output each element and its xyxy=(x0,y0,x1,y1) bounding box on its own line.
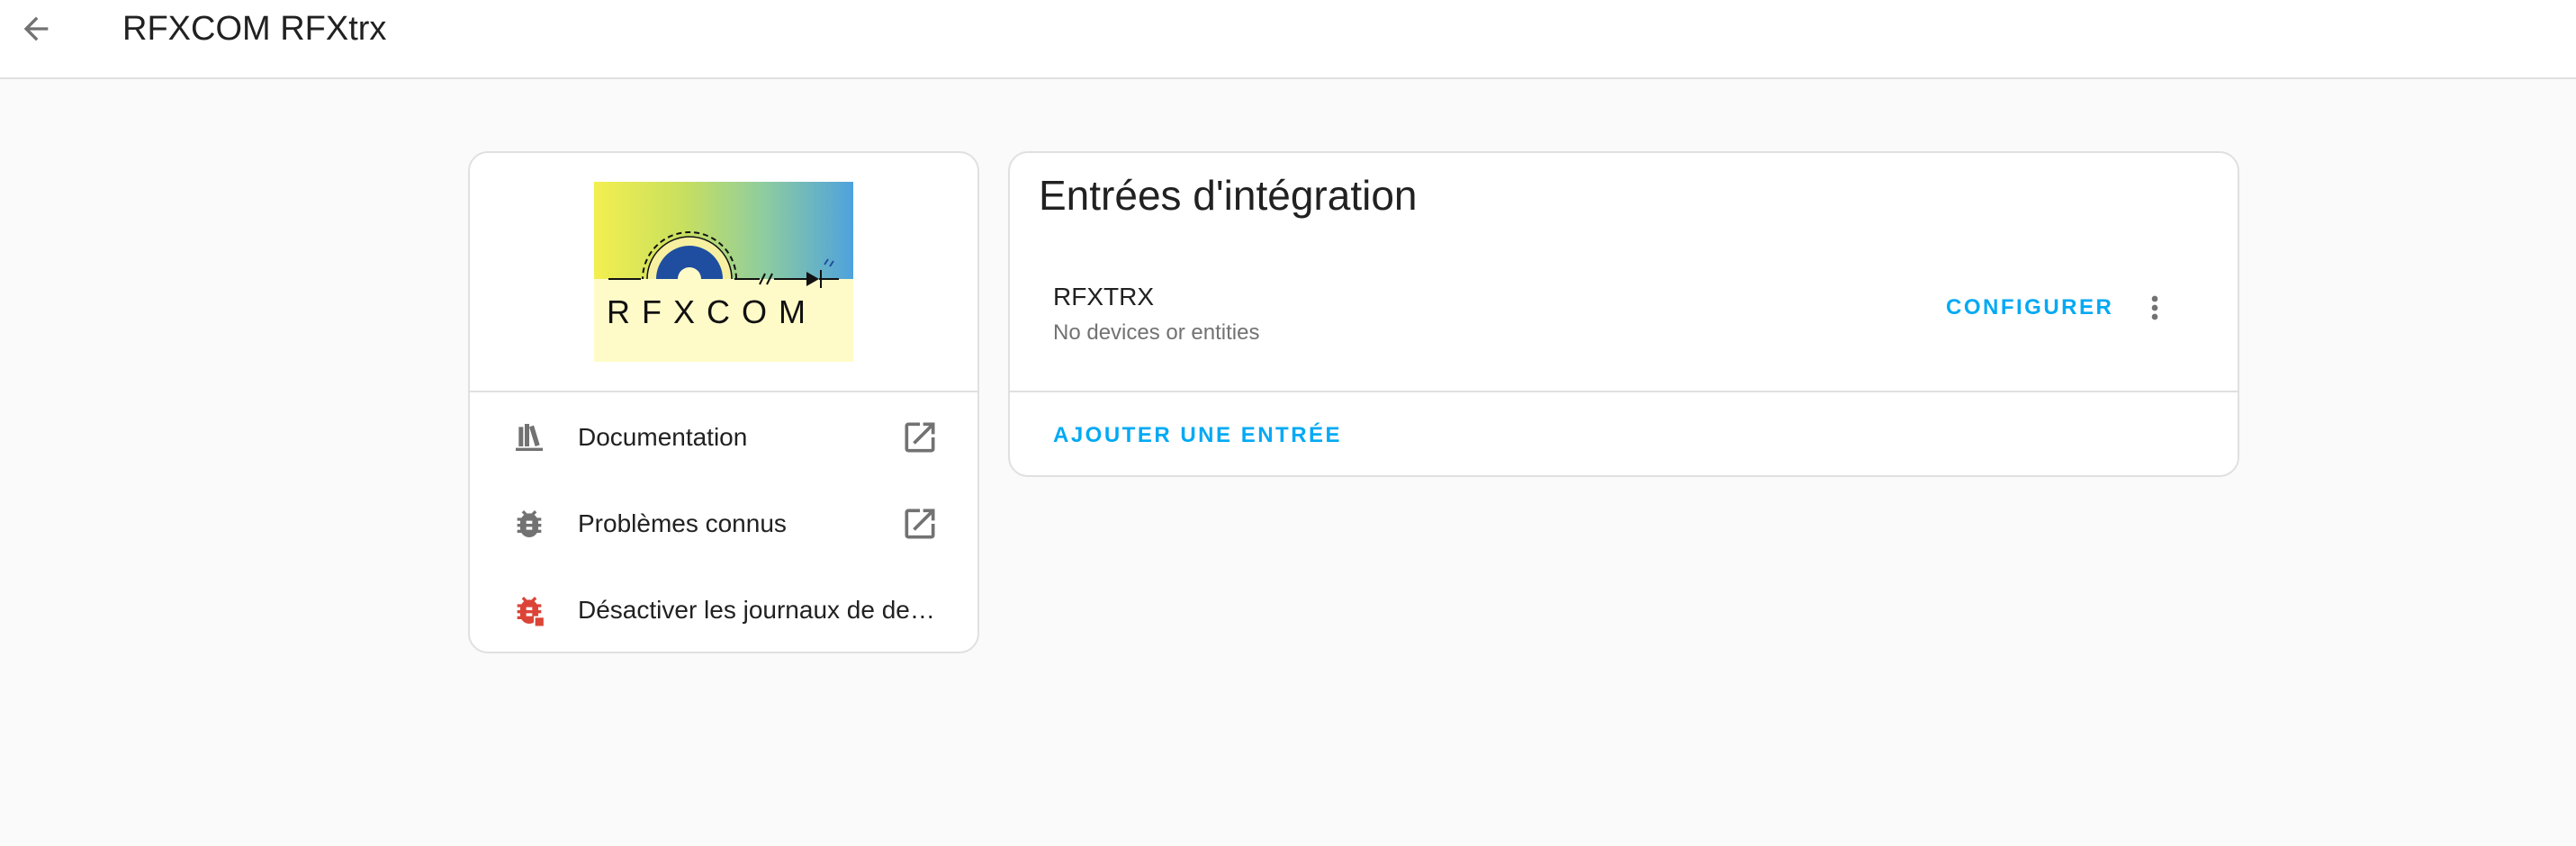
integration-entries-card: Entrées d'intégration RFXTRX No devices … xyxy=(1008,151,2239,477)
entry-subtitle: No devices or entities xyxy=(1053,320,1260,345)
dots-vertical-icon xyxy=(2151,295,2158,320)
bug-icon xyxy=(508,502,551,545)
back-button[interactable] xyxy=(11,4,61,54)
entry-name: RFXTRX xyxy=(1053,283,1154,310)
logo-text: RFXCOM xyxy=(607,293,817,330)
card-divider xyxy=(1010,391,2238,392)
integration-info-card: RFXCOM Documentation Problèmes connus Dé… xyxy=(468,151,979,653)
logo-area: RFXCOM xyxy=(470,153,977,392)
known-issues-label: Problèmes connus xyxy=(578,509,787,537)
open-in-new-icon xyxy=(898,502,941,545)
add-entry-button[interactable]: AJOUTER UNE ENTRÉE xyxy=(1053,416,1342,455)
open-in-new-icon xyxy=(898,416,941,459)
documentation-link[interactable]: Documentation xyxy=(470,394,977,481)
arrow-left-icon xyxy=(23,16,49,41)
rfxcom-logo: RFXCOM xyxy=(594,182,853,362)
entry-menu-button[interactable] xyxy=(2133,286,2176,329)
documentation-label: Documentation xyxy=(578,423,748,451)
bug-stop-icon xyxy=(508,589,551,632)
disable-debug-logging-link[interactable]: Désactiver les journaux de debogage xyxy=(470,567,977,652)
gear-icon xyxy=(594,231,853,362)
configure-button[interactable]: CONFIGURER xyxy=(1946,288,2113,328)
bookshelf-icon xyxy=(508,416,551,459)
top-toolbar: RFXCOM RFXtrx xyxy=(0,0,2576,79)
disable-debug-logging-label: Désactiver les journaux de debogage xyxy=(578,596,938,624)
known-issues-link[interactable]: Problèmes connus xyxy=(470,481,977,567)
entries-card-title: Entrées d'intégration xyxy=(1039,172,1418,219)
page-title: RFXCOM RFXtrx xyxy=(122,10,387,48)
